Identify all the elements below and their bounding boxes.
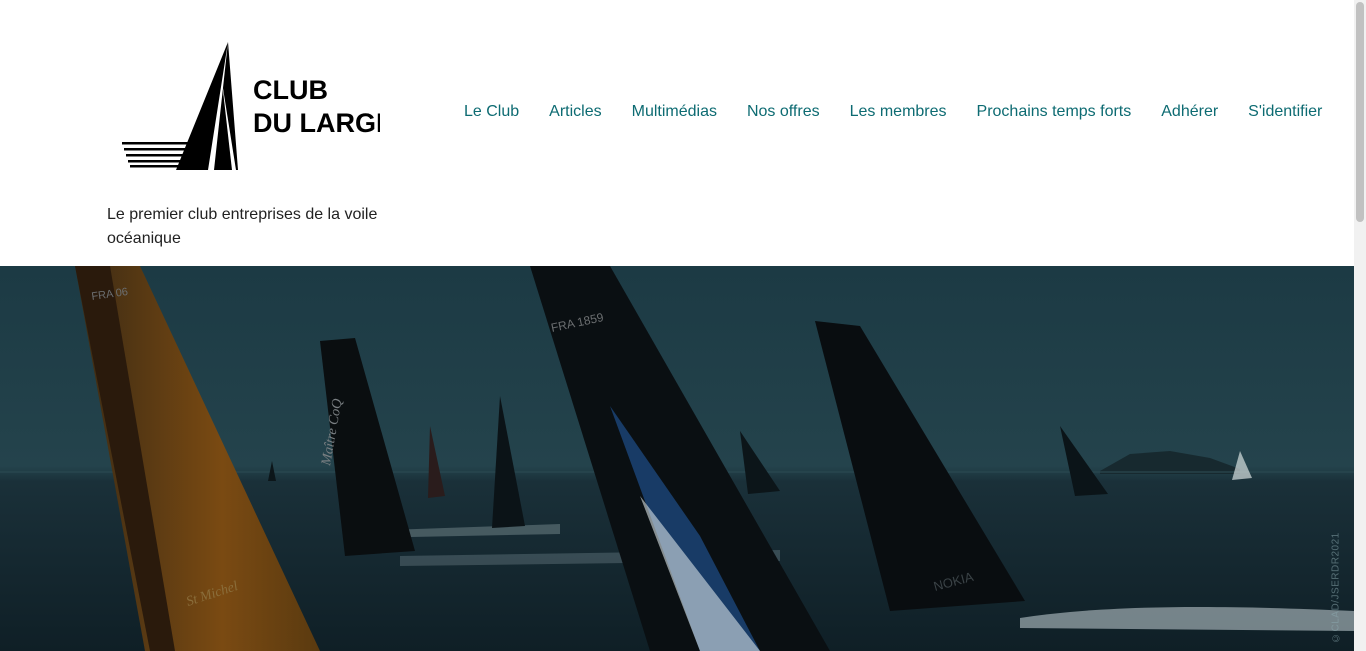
site-logo-link[interactable]: CLUB DU LARGE bbox=[118, 38, 380, 176]
nav-item-le-club[interactable]: Le Club bbox=[464, 100, 519, 124]
hero-banner: FRA 06 FRA 1859 Maître CoQ St Michel NOK… bbox=[0, 266, 1354, 651]
site-tagline: Le premier club entreprises de la voile … bbox=[107, 206, 378, 247]
hero-sailing-photo: FRA 06 FRA 1859 Maître CoQ St Michel NOK… bbox=[0, 266, 1354, 651]
logo-text-club: CLUB bbox=[253, 75, 328, 105]
nav-item-prochains-temps-forts[interactable]: Prochains temps forts bbox=[977, 100, 1132, 124]
nav-item-nos-offres[interactable]: Nos offres bbox=[747, 100, 820, 124]
nav-item-multimedias[interactable]: Multimédias bbox=[632, 100, 717, 124]
nav-item-articles[interactable]: Articles bbox=[549, 100, 601, 124]
scrollbar-thumb[interactable] bbox=[1356, 2, 1364, 222]
nav-item-les-membres[interactable]: Les membres bbox=[850, 100, 947, 124]
nav-item-adherer[interactable]: Adhérer bbox=[1161, 100, 1218, 124]
site-header: CLUB DU LARGE Le premier club entreprise… bbox=[0, 0, 1354, 266]
main-navigation: Le Club Articles Multimédias Nos offres … bbox=[464, 100, 1324, 124]
photo-credit: ©CLAD/JSERDR2021 bbox=[1330, 532, 1342, 644]
page-scrollbar[interactable] bbox=[1354, 0, 1366, 651]
sailboat-logo-icon: CLUB DU LARGE bbox=[122, 42, 380, 170]
nav-item-sidentifier[interactable]: S'identifier bbox=[1248, 100, 1322, 124]
logo-text-du-large: DU LARGE bbox=[253, 108, 380, 138]
